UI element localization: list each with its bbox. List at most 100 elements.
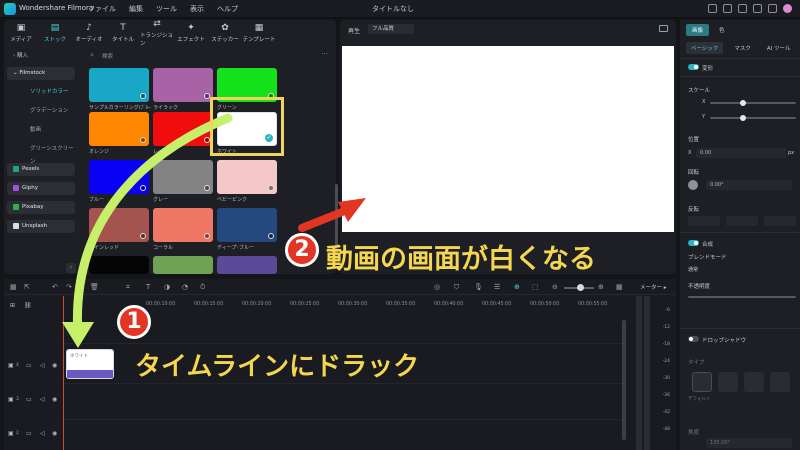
download-icon[interactable] bbox=[204, 233, 210, 239]
color-tile[interactable] bbox=[89, 68, 149, 102]
download-icon[interactable] bbox=[204, 185, 210, 191]
speaker-icon[interactable]: ◁ bbox=[40, 362, 45, 369]
search-input[interactable]: 検索 bbox=[102, 52, 113, 60]
download-icon[interactable] bbox=[268, 233, 274, 239]
zoom-in-icon[interactable]: ⊕ bbox=[598, 283, 604, 291]
menu-file[interactable]: ファイル bbox=[88, 4, 116, 14]
color-tile[interactable] bbox=[89, 160, 149, 194]
tab-color[interactable]: 色 bbox=[713, 24, 731, 36]
microphone-icon[interactable]: 🎙 bbox=[474, 283, 483, 291]
download-icon[interactable] bbox=[268, 185, 274, 191]
quality-dropdown[interactable]: フル品質 bbox=[368, 24, 414, 34]
color-icon[interactable]: ◑ bbox=[164, 283, 170, 291]
subtab-basic[interactable]: ベーシック bbox=[686, 42, 724, 54]
menu-help[interactable]: ヘルプ bbox=[217, 4, 238, 14]
color-tile[interactable] bbox=[89, 112, 149, 146]
layout-icon[interactable]: ▦ bbox=[10, 283, 17, 291]
folder-icon[interactable]: ▭ bbox=[26, 362, 32, 369]
shield-icon[interactable]: ⛉ bbox=[454, 283, 459, 292]
search-bar[interactable]: ⌕ 検索 ··· bbox=[84, 50, 332, 62]
flip-rotate-button[interactable] bbox=[764, 216, 796, 226]
render-icon[interactable]: ◎ bbox=[434, 283, 440, 291]
blend-mode-value[interactable]: 通常 bbox=[688, 266, 698, 273]
tab-media[interactable]: ▣ メディア bbox=[4, 20, 38, 46]
tab-audio[interactable]: ♪ オーディオ bbox=[72, 20, 106, 46]
delete-icon[interactable]: 🗑 bbox=[90, 283, 99, 291]
zoom-out-icon[interactable]: ⊖ bbox=[552, 283, 558, 291]
tab-stickers[interactable]: ✿ ステッカー bbox=[208, 20, 242, 46]
cloud-icon[interactable] bbox=[738, 4, 747, 13]
download-icon[interactable] bbox=[140, 137, 146, 143]
feedback-icon[interactable] bbox=[708, 4, 717, 13]
menu-view[interactable]: 表示 bbox=[190, 4, 204, 14]
track-row[interactable] bbox=[62, 383, 626, 411]
eye-icon[interactable]: ◉ bbox=[52, 396, 57, 403]
color-tile[interactable] bbox=[89, 208, 149, 242]
rotation-dial[interactable] bbox=[688, 180, 698, 190]
tab-image[interactable]: 画像 bbox=[686, 24, 710, 36]
sidebar-item-green-screen[interactable]: グリーンスクリーン bbox=[24, 143, 76, 165]
scale-x-slider[interactable] bbox=[710, 102, 796, 104]
subtab-ai-tools[interactable]: AI ツール bbox=[762, 42, 796, 54]
collapse-sidebar-button[interactable]: ‹ bbox=[66, 263, 76, 273]
sidebar-item-filmstock[interactable]: ⌄ Filmstock bbox=[7, 67, 75, 80]
timer-icon[interactable]: ⏱ bbox=[200, 283, 205, 292]
color-tile[interactable] bbox=[153, 208, 213, 242]
track-row[interactable] bbox=[62, 419, 626, 447]
blend-toggle[interactable] bbox=[688, 240, 699, 246]
eye-icon[interactable]: ◉ bbox=[52, 430, 57, 437]
sidebar-item-pexels[interactable]: Pexels bbox=[7, 163, 75, 176]
sidebar-item-solid-color[interactable]: ソリッドカラー bbox=[24, 86, 76, 99]
snapshot-icon[interactable] bbox=[659, 25, 668, 32]
select-icon[interactable]: ⇱ bbox=[24, 283, 30, 291]
drop-shadow-toggle[interactable] bbox=[688, 336, 699, 342]
add-track-icon[interactable]: ⊞ bbox=[10, 302, 15, 309]
rotation-field[interactable]: 0.00° bbox=[706, 180, 792, 190]
sidebar-item-gradation[interactable]: グラデーション bbox=[24, 105, 76, 118]
scale-y-slider[interactable] bbox=[710, 117, 796, 119]
folder-icon[interactable]: ▭ bbox=[26, 396, 32, 403]
speaker-icon[interactable]: ◁ bbox=[40, 396, 45, 403]
sidebar-item-giphy[interactable]: Giphy bbox=[7, 182, 75, 195]
scale-y-knob[interactable] bbox=[740, 115, 746, 121]
theme-icon[interactable] bbox=[723, 4, 732, 13]
shadow-type-default[interactable] bbox=[692, 372, 712, 392]
preview-canvas[interactable] bbox=[342, 46, 674, 232]
download-icon[interactable] bbox=[140, 185, 146, 191]
sidebar-item-unsplash[interactable]: Unsplash bbox=[7, 220, 75, 233]
marker-icon[interactable]: ⬚ bbox=[532, 283, 539, 291]
text-icon[interactable]: T bbox=[146, 283, 150, 291]
tab-templates[interactable]: ▦ テンプレート bbox=[242, 20, 276, 46]
more-options-icon[interactable]: ··· bbox=[321, 50, 328, 58]
zoom-slider-knob[interactable] bbox=[577, 284, 584, 291]
playhead[interactable] bbox=[63, 296, 64, 450]
snap-icon[interactable]: ⊕ bbox=[514, 283, 520, 291]
crop-icon[interactable]: ⌗ bbox=[126, 283, 130, 292]
color-tile[interactable] bbox=[217, 160, 277, 194]
menu-tools[interactable]: ツール bbox=[156, 4, 177, 14]
eye-icon[interactable]: ◉ bbox=[52, 362, 57, 369]
timeline-clip-white[interactable]: ホワイト bbox=[66, 349, 114, 379]
subtab-mask[interactable]: マスク bbox=[729, 42, 756, 54]
download-icon[interactable] bbox=[140, 93, 146, 99]
download-icon[interactable] bbox=[753, 4, 762, 13]
timeline-scrollbar[interactable] bbox=[622, 320, 626, 440]
color-tile[interactable] bbox=[153, 68, 213, 102]
color-tile[interactable] bbox=[153, 112, 213, 146]
color-tile[interactable] bbox=[153, 160, 213, 194]
shadow-type-option[interactable] bbox=[744, 372, 764, 392]
redo-icon[interactable]: ↷ bbox=[66, 283, 72, 291]
grid-icon[interactable] bbox=[768, 4, 777, 13]
flip-horizontal-button[interactable] bbox=[726, 216, 758, 226]
list-icon[interactable]: ☰ bbox=[494, 283, 500, 291]
folder-icon[interactable]: ▭ bbox=[26, 430, 32, 437]
speed-icon[interactable]: ◔ bbox=[182, 283, 188, 291]
tab-transition[interactable]: ⇄ トランジション bbox=[140, 19, 174, 47]
tab-stock[interactable]: ▤ ストック bbox=[38, 20, 72, 46]
undo-icon[interactable]: ↶ bbox=[52, 283, 58, 291]
meter-label[interactable]: メーター ▸ bbox=[640, 283, 667, 291]
menu-edit[interactable]: 編集 bbox=[129, 4, 143, 14]
speaker-icon[interactable]: ◁ bbox=[40, 430, 45, 437]
flip-vertical-button[interactable] bbox=[688, 216, 720, 226]
color-tile[interactable] bbox=[217, 208, 277, 242]
